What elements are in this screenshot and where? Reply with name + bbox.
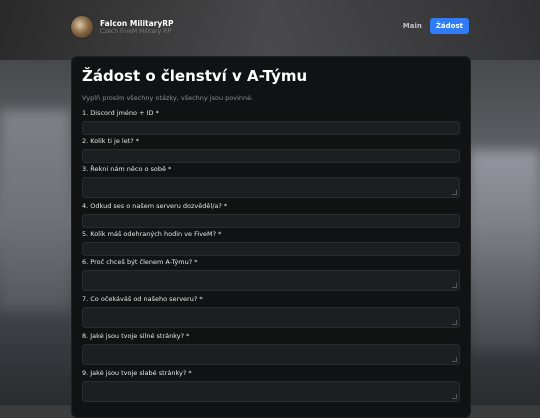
nav: Main Žádost bbox=[403, 18, 469, 34]
question-label: 2. Kolik ti je let? * bbox=[82, 137, 140, 145]
question-4: 4. Odkud ses o našem serveru dozvěděl/a?… bbox=[82, 202, 460, 228]
site-header: Falcon MilitaryRP Czech FiveM Military R… bbox=[0, 0, 540, 52]
motivation-textarea[interactable] bbox=[82, 270, 460, 291]
application-form-card: Žádost o členství v A-Týmu Vyplň prosím … bbox=[71, 56, 471, 418]
hours-input[interactable] bbox=[82, 242, 460, 256]
question-label: 4. Odkud ses o našem serveru dozvěděl/a?… bbox=[82, 202, 228, 210]
question-3: 3. Řekni nám něco o sobě * bbox=[82, 165, 460, 198]
expectations-textarea[interactable] bbox=[82, 307, 460, 328]
nav-main-link[interactable]: Main bbox=[403, 22, 422, 30]
question-8: 8. Jaké jsou tvoje silné stránky? * bbox=[82, 332, 460, 365]
brand-name: Falcon MilitaryRP bbox=[100, 18, 174, 28]
background-right bbox=[470, 150, 540, 350]
about-textarea[interactable] bbox=[82, 177, 460, 198]
source-input[interactable] bbox=[82, 214, 460, 228]
question-label: 7. Co očekáváš od našeho serveru? * bbox=[82, 295, 203, 303]
question-label: 9. Jaké jsou tvoje slabé stránky? * bbox=[82, 369, 192, 377]
brand-logo bbox=[70, 15, 94, 39]
question-label: 1. Discord jméno + ID * bbox=[82, 109, 159, 117]
nav-apply-button[interactable]: Žádost bbox=[429, 18, 469, 34]
background-left bbox=[0, 110, 70, 310]
weaknesses-textarea[interactable] bbox=[82, 381, 460, 402]
brand[interactable]: Falcon MilitaryRP Czech FiveM Military R… bbox=[70, 15, 174, 39]
form-intro: Vyplň prosím všechny otázky, všechny jso… bbox=[82, 94, 254, 102]
question-7: 7. Co očekáváš od našeho serveru? * bbox=[82, 295, 460, 328]
question-label: 6. Proč chceš být členem A-Týmu? * bbox=[82, 258, 198, 266]
question-label: 3. Řekni nám něco o sobě * bbox=[82, 165, 172, 173]
question-label: 8. Jaké jsou tvoje silné stránky? * bbox=[82, 332, 190, 340]
question-5: 5. Kolik máš odehraných hodin ve FiveM? … bbox=[82, 230, 460, 256]
discord-input[interactable] bbox=[82, 121, 460, 135]
question-2: 2. Kolik ti je let? * bbox=[82, 137, 460, 163]
brand-tagline: Czech FiveM Military RP bbox=[100, 27, 171, 35]
question-9: 9. Jaké jsou tvoje slabé stránky? * bbox=[82, 369, 460, 402]
form-title: Žádost o členství v A-Týmu bbox=[82, 67, 308, 85]
strengths-textarea[interactable] bbox=[82, 344, 460, 365]
question-label: 5. Kolik máš odehraných hodin ve FiveM? … bbox=[82, 230, 222, 238]
age-input[interactable] bbox=[82, 149, 460, 163]
question-6: 6. Proč chceš být členem A-Týmu? * bbox=[82, 258, 460, 291]
question-1: 1. Discord jméno + ID * bbox=[82, 109, 460, 135]
